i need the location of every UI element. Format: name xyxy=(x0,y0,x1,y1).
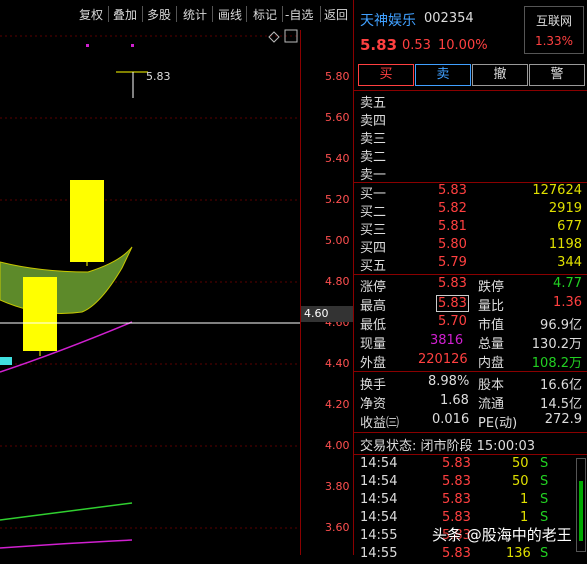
stat-row-turnover: 换手 8.98% 股本 16.6亿 xyxy=(360,374,582,393)
toolbar-tongji[interactable]: 统计 xyxy=(183,6,207,23)
axis-tick: 4.80 xyxy=(325,275,350,288)
trade-status: 交易状态: 闭市阶段 15:00:03 xyxy=(360,439,536,454)
price-change: 0.53 xyxy=(402,38,431,53)
buy-level-5: 买五 5.79 344 xyxy=(360,255,582,274)
axis-tick: 5.20 xyxy=(325,193,350,206)
diamond-icon xyxy=(268,31,280,43)
axis-tick: 3.60 xyxy=(325,521,350,534)
tick-row: 14:54 5.83 1 S xyxy=(360,492,549,507)
current-price-tag: 4.60 xyxy=(301,306,355,322)
axis-tick: 4.00 xyxy=(325,439,350,452)
buy-level-4: 买四 5.80 1198 xyxy=(360,237,582,256)
toolbar-huaxian[interactable]: 画线 xyxy=(218,6,242,23)
toolbar-duogu[interactable]: 多股 xyxy=(147,6,171,23)
stat-row-disk: 外盘 220126 内盘 108.2万 xyxy=(360,352,582,371)
candle-2 xyxy=(23,277,57,351)
last-price: 5.83 xyxy=(360,36,398,54)
stat-row-limits: 涨停 5.83 跌停 4.77 xyxy=(360,276,582,295)
axis-tick: 5.00 xyxy=(325,234,350,247)
stat-row-nav: 净资 1.68 流通 14.5亿 xyxy=(360,393,582,412)
sell-level-1: 卖一 xyxy=(360,168,387,183)
stat-row-vol: 现量 3816 总量 130.2万 xyxy=(360,333,582,352)
toolbar-fanhui[interactable]: 返回 xyxy=(324,6,348,23)
axis-tick: 4.40 xyxy=(325,357,350,370)
sell-level-2: 卖二 xyxy=(360,150,387,165)
quote-panel: 天神娱乐 002354 互联网 1.33% 5.83 0.53 10.00% 买… xyxy=(353,0,587,561)
price-change-pct: 10.00% xyxy=(438,38,488,53)
toolbar-fuquan[interactable]: 复权 xyxy=(79,6,103,23)
axis-tick: 3.80 xyxy=(325,480,350,493)
stat-row-high: 最高 5.83 量比 1.36 xyxy=(360,295,582,314)
sector-box[interactable]: 互联网 1.33% xyxy=(524,6,584,54)
tick-row: 14:54 5.83 50 S xyxy=(360,456,549,471)
axis-tick: 5.60 xyxy=(325,111,350,124)
buy-level-2: 买二 5.82 2919 xyxy=(360,201,582,220)
toolbar-diejia[interactable]: 叠加 xyxy=(113,6,137,23)
stock-code: 002354 xyxy=(424,11,474,26)
sell-level-3: 卖三 xyxy=(360,132,387,147)
cyan-marker xyxy=(0,357,12,365)
sell-level-4: 卖四 xyxy=(360,114,387,129)
price-axis: 5.80 5.60 5.40 5.20 5.00 4.80 4.60 4.40 … xyxy=(300,30,355,555)
sector-name: 互联网 xyxy=(535,14,572,28)
band-area xyxy=(0,246,133,314)
axis-tick: 5.40 xyxy=(325,152,350,165)
stock-name[interactable]: 天神娱乐 xyxy=(360,10,416,30)
sector-change: 1.33% xyxy=(534,34,574,48)
stat-row-eps: 收益㈢ 0.016 PE(动) 272.9 xyxy=(360,412,582,431)
sell-button[interactable]: 卖 xyxy=(415,64,471,86)
kline-svg xyxy=(0,29,300,549)
candle-1 xyxy=(70,180,104,262)
axis-tick: 4.20 xyxy=(325,398,350,411)
alert-button[interactable]: 警 xyxy=(529,64,585,86)
tick-scrollbar[interactable] xyxy=(576,458,586,552)
kline-chart[interactable]: 5.83 xyxy=(0,0,300,555)
axis-tick: 5.80 xyxy=(325,70,350,83)
tick-row: 14:55 5.83 136 S xyxy=(360,546,549,561)
buy-level-3: 买三 5.81 677 xyxy=(360,219,582,238)
toolbar-zixuan[interactable]: -自选 xyxy=(285,6,313,23)
toolbar-biaoji[interactable]: 标记 xyxy=(253,6,277,23)
watermark: 头条 @股海中的老王 xyxy=(432,526,572,544)
buy-level-1: 买一 5.83 127624 xyxy=(360,183,582,202)
cancel-button[interactable]: 撤 xyxy=(472,64,528,86)
high-annotation: 5.83 xyxy=(146,70,171,83)
chart-toolbar: 复权 叠加 多股 统计 画线 标记 -自选 返回 xyxy=(0,0,352,30)
tick-row: 14:54 5.83 50 S xyxy=(360,474,549,489)
buy-button[interactable]: 买 xyxy=(358,64,414,86)
stat-row-low: 最低 5.70 市值 96.9亿 xyxy=(360,314,582,333)
sell-level-5: 卖五 xyxy=(360,96,387,111)
